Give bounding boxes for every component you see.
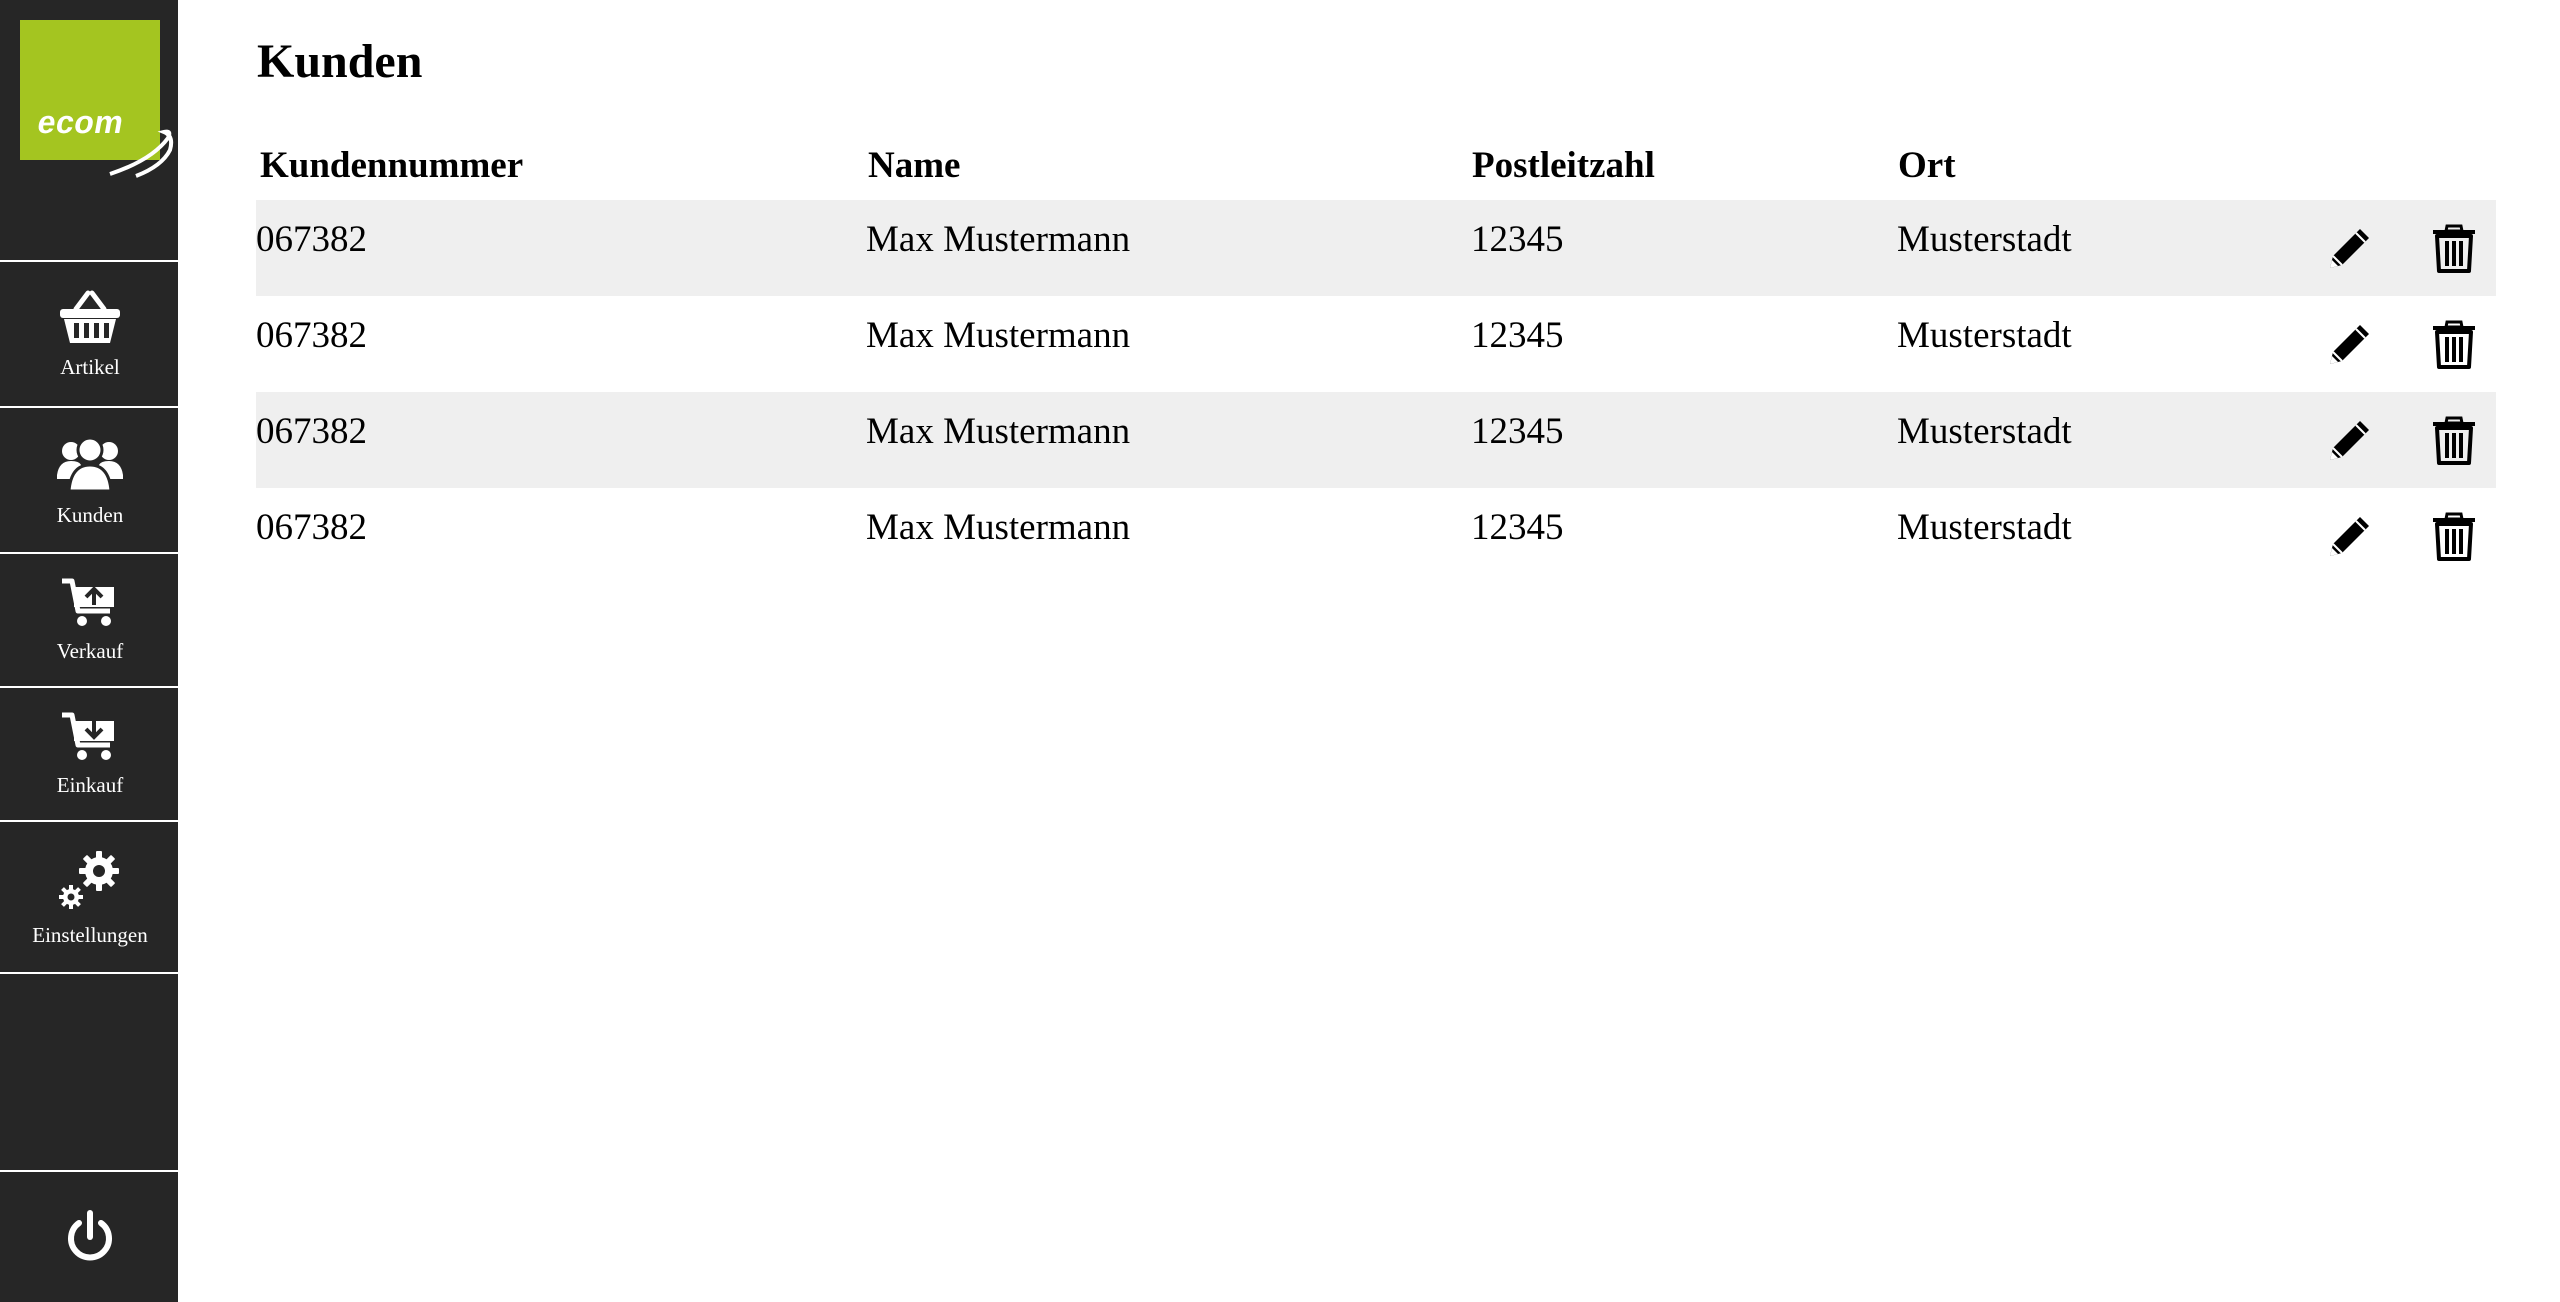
sidebar: ecom Artikel Kunden Verkauf Einkauf Eins… — [0, 0, 180, 1302]
edit-button[interactable] — [2324, 414, 2376, 466]
column-header-name[interactable]: Name — [868, 144, 960, 187]
cell-kundennummer: 067382 — [256, 507, 367, 548]
sidebar-item-label: Einkauf — [56, 772, 124, 797]
trash-icon — [2433, 416, 2475, 465]
cell-ort: Musterstadt — [1897, 507, 2072, 548]
sidebar-item-einkauf[interactable]: Einkauf — [0, 688, 180, 820]
sidebar-item-einstellungen[interactable]: Einstellungen — [0, 822, 180, 972]
cell-name: Max Mustermann — [866, 219, 1131, 260]
trash-icon — [2433, 320, 2475, 369]
column-header-ort[interactable]: Ort — [1898, 144, 1956, 187]
delete-button[interactable] — [2428, 414, 2480, 466]
edit-button[interactable] — [2324, 510, 2376, 562]
cell-postleitzahl: 12345 — [1471, 411, 1564, 452]
sidebar-item-label: Artikel — [60, 354, 120, 379]
sidebar-item-label: Einstellungen — [32, 922, 148, 947]
cart-download-icon — [62, 712, 114, 760]
column-header-postleitzahl[interactable]: Postleitzahl — [1472, 144, 1655, 187]
delete-button[interactable] — [2428, 510, 2480, 562]
cell-ort: Musterstadt — [1897, 219, 2072, 260]
cell-kundennummer: 067382 — [256, 411, 367, 452]
edit-button[interactable] — [2324, 318, 2376, 370]
table-row[interactable]: 067382 Max Mustermann 12345 Musterstadt — [256, 296, 2496, 392]
logo-text: ecom — [34, 104, 127, 140]
cell-name: Max Mustermann — [866, 411, 1131, 452]
logout-button[interactable] — [0, 1172, 180, 1302]
cell-ort: Musterstadt — [1897, 411, 2072, 452]
cell-name: Max Mustermann — [866, 507, 1131, 548]
power-icon — [68, 1210, 112, 1261]
gears-icon — [59, 850, 119, 909]
edit-button[interactable] — [2324, 222, 2376, 274]
delete-button[interactable] — [2428, 222, 2480, 274]
cart-upload-icon — [62, 578, 114, 626]
cell-postleitzahl: 12345 — [1471, 507, 1564, 548]
cell-ort: Musterstadt — [1897, 315, 2072, 356]
cell-name: Max Mustermann — [866, 315, 1131, 356]
pencil-icon — [2330, 517, 2369, 556]
trash-icon — [2433, 512, 2475, 561]
table-row[interactable]: 067382 Max Mustermann 12345 Musterstadt — [256, 200, 2496, 296]
sidebar-item-label: Verkauf — [56, 638, 124, 663]
basket-icon — [60, 290, 120, 343]
sidebar-item-artikel[interactable]: Artikel — [0, 262, 180, 406]
users-icon — [57, 436, 123, 492]
pencil-icon — [2330, 325, 2369, 364]
sidebar-item-kunden[interactable]: Kunden — [0, 408, 180, 552]
sidebar-item-label: Kunden — [56, 502, 124, 527]
cell-postleitzahl: 12345 — [1471, 315, 1564, 356]
page-title: Kunden — [257, 35, 423, 88]
customers-table: Kundennummer Name Postleitzahl Ort 06738… — [256, 140, 2496, 584]
pencil-icon — [2330, 421, 2369, 460]
delete-button[interactable] — [2428, 318, 2480, 370]
pencil-icon — [2330, 229, 2369, 268]
cell-kundennummer: 067382 — [256, 315, 367, 356]
trash-icon — [2433, 224, 2475, 273]
divider — [0, 972, 180, 974]
cell-kundennummer: 067382 — [256, 219, 367, 260]
table-header: Kundennummer Name Postleitzahl Ort — [256, 140, 2496, 200]
table-row[interactable]: 067382 Max Mustermann 12345 Musterstadt — [256, 392, 2496, 488]
table-row[interactable]: 067382 Max Mustermann 12345 Musterstadt — [256, 488, 2496, 584]
sidebar-item-verkauf[interactable]: Verkauf — [0, 554, 180, 686]
cell-postleitzahl: 12345 — [1471, 219, 1564, 260]
column-header-kundennummer[interactable]: Kundennummer — [260, 144, 523, 187]
